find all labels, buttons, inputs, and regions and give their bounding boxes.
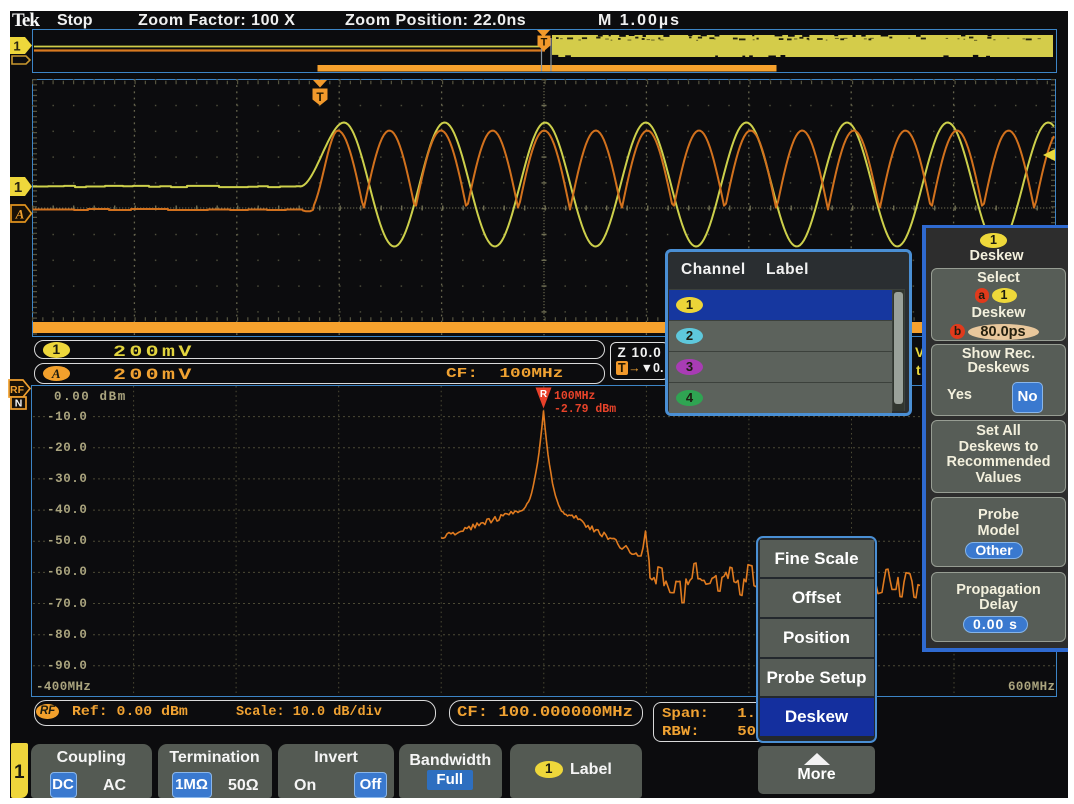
svg-text:N: N xyxy=(15,398,23,410)
svg-text:1: 1 xyxy=(14,179,22,196)
svg-text:A: A xyxy=(15,207,25,222)
svg-text:T: T xyxy=(316,90,324,104)
svg-text:R: R xyxy=(540,389,548,400)
svg-text:RF: RF xyxy=(10,384,25,396)
svg-text:1: 1 xyxy=(13,39,20,54)
svg-text:T: T xyxy=(541,37,548,49)
